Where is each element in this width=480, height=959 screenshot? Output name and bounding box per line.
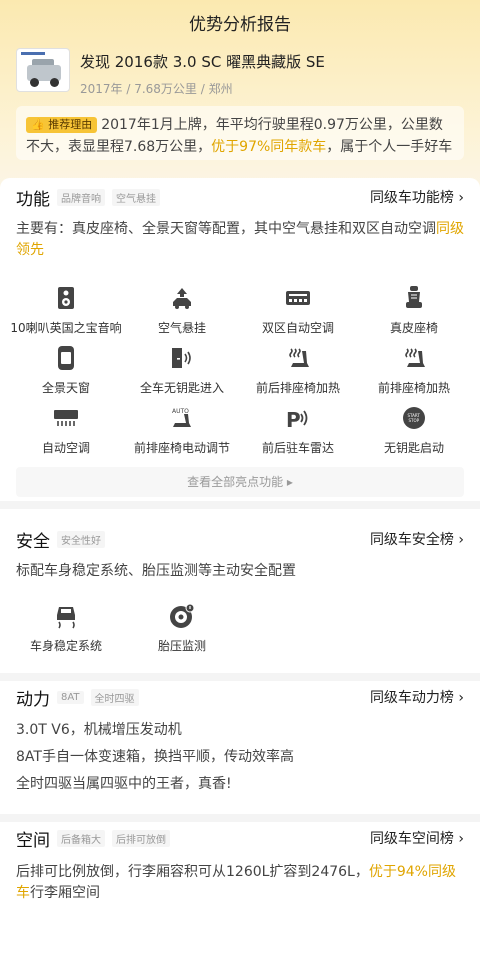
feature-item[interactable]: AUTO 前排座椅电动调节: [124, 401, 240, 461]
power-tag: 8AT: [57, 690, 84, 704]
feature-item[interactable]: 车身稳定系统: [8, 599, 124, 659]
feature-item[interactable]: 胎压监测: [124, 599, 240, 659]
power-line: 8AT手自一体变速箱，换挡平顺，传动效率高: [16, 749, 294, 765]
feature-item[interactable]: 全车无钥匙进入: [124, 341, 240, 401]
car-thumbnail: [16, 48, 70, 92]
reason-text-end: ，属于个人一手好车: [326, 139, 453, 155]
feature-item[interactable]: 10喇叭英国之宝音响: [8, 281, 124, 341]
speaker-icon: [58, 287, 74, 309]
feature-item[interactable]: 自动空调: [8, 401, 124, 461]
air-suspension-icon: [173, 288, 191, 309]
power-line: 3.0T V6，机械增压发动机: [16, 722, 182, 738]
function-desc: 主要有：真皮座椅、全景天窗等配置，其中空气悬挂和双区自动空调同级领先: [16, 221, 464, 258]
function-tag: 空气悬挂: [112, 188, 160, 206]
space-desc: 后排可比例放倒，行李厢容积可从1260L扩容到2476L，优于94%同级车行李厢…: [16, 864, 456, 901]
car-name: 发现 2016款 3.0 SC 曜黑典藏版 SE: [80, 53, 325, 71]
divider: [0, 673, 480, 681]
reason-highlight: 优于97%同年款车: [211, 139, 327, 155]
safety-desc: 标配车身稳定系统、胎压监测等主动安全配置: [16, 563, 296, 579]
dual-ac-icon: [286, 291, 310, 305]
safety-title: 安全: [16, 531, 50, 552]
leather-seat-icon: [406, 286, 422, 308]
space-rank-link[interactable]: 同级车空间榜 ›: [370, 828, 464, 848]
stability-icon: [57, 607, 75, 629]
safety-section: 安全 安全性好 同级车安全榜 › 标配车身稳定系统、胎压监测等主动安全配置 车身…: [0, 509, 480, 673]
function-rank-link[interactable]: 同级车功能榜 ›: [370, 187, 464, 207]
seat-heat-icon: [405, 348, 425, 367]
svg-text:STOP: STOP: [409, 418, 420, 423]
report-header: 优势分析报告 发现 2016款 3.0 SC 曜黑典藏版 SE 2017年 / …: [0, 0, 480, 190]
reason-tag: 👍 推荐理由: [26, 117, 98, 133]
function-feature-grid: 10喇叭英国之宝音响 空气悬挂 双区自动空调 真皮座椅 全景天窗 全车无钥匙进入…: [0, 281, 480, 461]
feature-item[interactable]: P 前后驻车雷达: [240, 401, 356, 461]
divider: [0, 501, 480, 509]
space-title: 空间: [16, 830, 50, 851]
feature-item[interactable]: 真皮座椅: [356, 281, 472, 341]
safety-tag: 安全性好: [57, 530, 105, 548]
power-tag: 全时四驱: [90, 688, 139, 706]
power-line: 全时四驱当属四驱中的王者，真香!: [16, 776, 232, 792]
keyless-entry-icon: [172, 348, 191, 368]
function-tag: 品牌音响: [57, 188, 105, 206]
sunroof-icon: [58, 346, 74, 370]
function-section: 功能 品牌音响 空气悬挂 同级车功能榜 › 主要有：真皮座椅、全景天窗等配置，其…: [0, 178, 480, 501]
car-meta: 2017年 / 7.68万公里 / 郑州: [80, 82, 233, 96]
view-all-features-button[interactable]: 查看全部亮点功能 ▸: [16, 467, 464, 497]
feature-item[interactable]: 前后排座椅加热: [240, 341, 356, 401]
safety-feature-grid: 车身稳定系统 胎压监测: [0, 599, 480, 659]
power-rank-link[interactable]: 同级车动力榜 ›: [370, 687, 464, 707]
svg-text:P: P: [286, 408, 301, 431]
feature-item[interactable]: 前排座椅加热: [356, 341, 472, 401]
divider: [0, 814, 480, 822]
feature-item[interactable]: 全景天窗: [8, 341, 124, 401]
parking-radar-icon: P: [286, 408, 308, 431]
car-summary[interactable]: 发现 2016款 3.0 SC 曜黑典藏版 SE 2017年 / 7.68万公里…: [16, 48, 325, 97]
feature-item[interactable]: 双区自动空调: [240, 281, 356, 341]
function-title: 功能: [16, 189, 50, 210]
power-title: 动力: [16, 689, 50, 710]
space-tag: 后备箱大: [57, 829, 105, 847]
tire-pressure-icon: [170, 603, 195, 628]
page-title: 优势分析报告: [189, 15, 291, 35]
safety-rank-link[interactable]: 同级车安全榜 ›: [370, 529, 464, 549]
auto-ac-icon: [54, 410, 78, 426]
space-section: 空间 后备箱大 后排可放倒 同级车空间榜 › 后排可比例放倒，行李厢容积可从12…: [0, 822, 480, 959]
seat-heat-icon: [289, 348, 309, 367]
power-section: 动力 8AT 全时四驱 同级车动力榜 › 3.0T V6，机械增压发动机 8AT…: [0, 681, 480, 814]
space-tag: 后排可放倒: [112, 829, 170, 847]
keyless-start-icon: STARTSTOP: [403, 407, 425, 429]
svg-text:AUTO: AUTO: [172, 408, 189, 415]
feature-item[interactable]: 空气悬挂: [124, 281, 240, 341]
feature-item[interactable]: START STOP 无钥匙启动: [356, 401, 472, 461]
recommend-reason: 👍 推荐理由 2017年1月上牌，年平均行驶里程0.97万公里，公里数不大，表显里…: [16, 106, 464, 160]
power-seat-icon: AUTO: [172, 408, 191, 427]
